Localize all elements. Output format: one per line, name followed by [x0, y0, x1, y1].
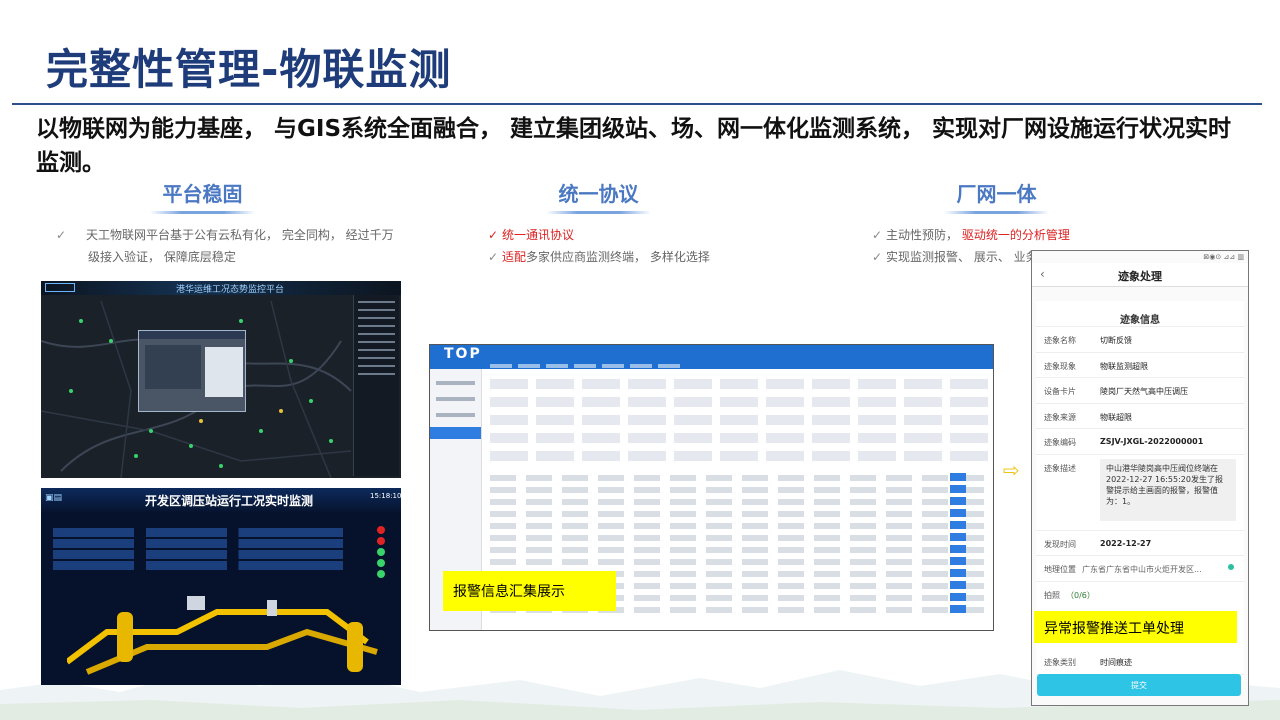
- heading-platform-stable: 平台稳固: [150, 178, 255, 214]
- location-pin-icon[interactable]: [1228, 564, 1234, 570]
- field-label: 迹象名称: [1044, 336, 1076, 345]
- heading-plant-network: 厂网一体: [944, 178, 1049, 214]
- photo-count: （0/6）: [1066, 590, 1095, 600]
- station-monitor-header: ▣▤ 开发区调压站运行工况实时监测 15:18:10: [41, 488, 401, 514]
- check-icon: ✓: [872, 228, 883, 242]
- field-label: 拍照: [1044, 590, 1060, 600]
- heading-underline: [150, 211, 255, 214]
- map-dashboard-titlebar: 港华运维工况态势监控平台: [41, 281, 401, 295]
- field-value: 陵岗厂天然气高中压调压: [1100, 387, 1188, 396]
- heading-underline: [944, 211, 1049, 214]
- check-icon: ✓: [872, 250, 883, 264]
- heading-underline: [546, 211, 651, 214]
- field-incident-description: 迹象描述 中山港华陵岗高中压阀位终端在2022-12-27 16:55:20发生…: [1036, 455, 1244, 531]
- station-monitor-clock: 15:18:10: [370, 492, 401, 500]
- bullets-unified-protocol: ✓ 统一通讯协议 ✓ 适配多家供应商监测终端， 多样化选择: [488, 224, 808, 268]
- field-value: 物联超限: [1100, 412, 1132, 422]
- field-incident-code: 迹象编码 ZSJV-JXGL-2022000001: [1036, 429, 1244, 455]
- field-value: 切断反馈: [1100, 336, 1132, 345]
- screenshot-station-monitor: ▣▤ 开发区调压站运行工况实时监测 15:18:10: [41, 488, 401, 685]
- bullet-item: ✓ 适配多家供应商监测终端， 多样化选择: [488, 246, 808, 268]
- screenshot-alarm-table: TOP 报警信息汇集展示: [429, 344, 994, 631]
- field-incident-name: 迹象名称 切断反馈: [1036, 327, 1244, 353]
- bullet-highlight: 适配: [502, 250, 527, 264]
- field-label: 迹象描述: [1044, 463, 1076, 473]
- bullet-text: 天工物联网平台基于公有云私有化， 完全同构， 经过千万级接入验证， 保障底层稳定: [86, 228, 394, 264]
- bullet-text: 主动性预防，: [886, 228, 962, 242]
- popup-data-table: [145, 345, 201, 389]
- incident-info-section-title: 迹象信息: [1036, 301, 1244, 327]
- check-icon: ✓: [56, 228, 67, 242]
- screenshot-map-dashboard: 港华运维工况态势监控平台: [41, 281, 401, 478]
- flow-readings-table: [53, 528, 343, 572]
- field-value: 时间痕迹: [1100, 658, 1132, 667]
- station-popup: [138, 330, 246, 412]
- bullets-platform-stable: ✓ 天工物联网平台基于公有云私有化， 完全同构， 经过千万级接入验证， 保障底层稳…: [56, 224, 402, 268]
- pipeline-diagram: [67, 596, 378, 675]
- status-indicators: [377, 526, 389, 581]
- company-logo: ▣▤: [45, 493, 63, 503]
- field-label: 迹象编码: [1044, 438, 1076, 447]
- slide-subtitle: 以物联网为能力基座， 与GIS系统全面融合， 建立集团级站、场、网一体化监测系统…: [36, 116, 1232, 176]
- mobile-header-title: 迹象处理: [1118, 270, 1162, 283]
- title-divider: [12, 103, 1262, 105]
- popup-header: [139, 331, 245, 339]
- slide-title: 完整性管理-物联监测: [46, 45, 452, 94]
- top-main-nav: [490, 353, 686, 372]
- top-app-header: TOP: [430, 345, 993, 369]
- bullet-item: ✓ 统一通讯协议: [488, 224, 808, 246]
- field-label: 迹象类别: [1044, 658, 1076, 667]
- field-label: 地理位置: [1044, 565, 1076, 574]
- description-textarea[interactable]: 中山港华陵岗高中压阀位终端在2022-12-27 16:55:20发生了报警提示…: [1100, 458, 1236, 521]
- field-value: 广东省广东省中山市火炬开发区...: [1082, 565, 1202, 574]
- field-label: 设备卡片: [1044, 387, 1076, 396]
- field-label: 发现时间: [1044, 539, 1076, 549]
- heading-plant-network-label: 厂网一体: [956, 182, 1037, 206]
- bullet-highlight: 驱动统一的分析管理: [961, 228, 1070, 242]
- heading-unified-protocol-label: 统一协议: [558, 182, 639, 206]
- callout-workorder-push: 异常报警推送工单处理: [1034, 611, 1237, 643]
- field-photo[interactable]: 拍照 （0/6）: [1036, 582, 1244, 608]
- field-incident-phenomenon: 迹象现象 物联监测超限: [1036, 353, 1244, 378]
- callout-alarm-summary: 报警信息汇集展示: [443, 571, 616, 611]
- arrow-right-icon: ⇨: [1003, 458, 1020, 482]
- field-location[interactable]: 地理位置 广东省广东省中山市火炬开发区...: [1036, 556, 1244, 582]
- field-found-time[interactable]: 发现时间 2022-12-27: [1036, 531, 1244, 556]
- bullet-highlight: 统一通讯协议: [502, 228, 575, 242]
- map-dashboard-title: 港华运维工况态势监控平台: [176, 285, 285, 295]
- company-logo: [45, 283, 75, 292]
- mobile-header: ‹ 迹象处理: [1032, 263, 1248, 287]
- bullet-text: 多家供应商监测终端， 多样化选择: [526, 250, 710, 264]
- check-icon: ✓: [488, 228, 499, 242]
- field-incident-type[interactable]: 迹象类别 时间痕迹: [1036, 649, 1244, 675]
- layer-control-panel: [353, 295, 399, 476]
- field-device-card: 设备卡片 陵岗厂天然气高中压调压: [1036, 378, 1244, 404]
- top-brand-logo: TOP: [444, 346, 482, 362]
- field-value: ZSJV-JXGL-2022000001: [1100, 437, 1204, 446]
- field-label: 迹象现象: [1044, 361, 1076, 371]
- field-incident-source: 迹象来源 物联超限: [1036, 404, 1244, 429]
- check-icon: ✓: [488, 250, 499, 264]
- heading-unified-protocol: 统一协议: [546, 178, 651, 214]
- bullet-item: ✓ 天工物联网平台基于公有云私有化， 完全同构， 经过千万级接入验证， 保障底层稳…: [56, 224, 402, 268]
- field-label: 迹象来源: [1044, 412, 1076, 422]
- heading-platform-stable-label: 平台稳固: [162, 182, 243, 206]
- station-monitor-title: 开发区调压站运行工况实时监测: [145, 494, 314, 508]
- bullet-item: ✓ 主动性预防， 驱动统一的分析管理: [872, 224, 1152, 246]
- field-value: 2022-12-27: [1100, 538, 1152, 548]
- popup-station-image: [205, 347, 243, 397]
- mobile-status-bar: ⊠◉⊙ ⊿⊿ ▥: [1203, 253, 1244, 261]
- screenshot-mobile-workorder: ⊠◉⊙ ⊿⊿ ▥ ‹ 迹象处理 迹象信息 迹象名称 切断反馈 迹象现象 物联监测超限…: [1031, 250, 1249, 706]
- field-value: 物联监测超限: [1100, 361, 1148, 371]
- submit-button[interactable]: 提交: [1037, 674, 1241, 696]
